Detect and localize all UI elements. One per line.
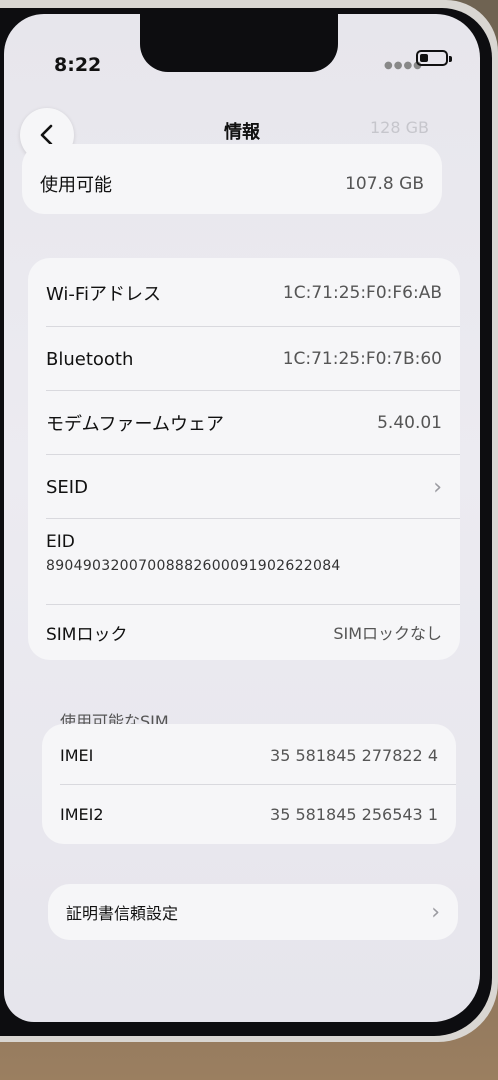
available-value: 107.8 GB [345,174,424,194]
seid-label: SEID [46,476,88,498]
imei2-value: 35 581845 256543 1 [270,804,438,824]
notch [140,14,338,72]
sim-card: IMEI 35 581845 277822 4 IMEI2 35 581845 … [42,724,456,844]
available-label: 使用可能 [40,175,112,196]
sim-lock-value: SIMロックなし [333,624,442,643]
bluetooth-label: Bluetooth [46,348,134,370]
sim-lock-label: SIMロック [46,624,128,645]
chevron-right-icon: › [431,899,440,925]
imei-row: IMEI 35 581845 277822 4 [42,726,456,784]
bluetooth-row: Bluetooth 1C:71:25:F0:7B:60 [28,328,460,390]
seid-row[interactable]: SEID › [28,456,460,518]
imei-value: 35 581845 277822 4 [270,745,438,765]
imei2-row: IMEI2 35 581845 256543 1 [42,786,456,842]
eid-label: EID [46,532,75,552]
screen: 8:22 ●●●● 情報 128 GB 使用可能 107.8 GB Wi-Fiア… [4,14,480,1022]
storage-card: 使用可能 107.8 GB [22,144,442,214]
chevron-right-icon: › [433,474,442,500]
sim-lock-row: SIMロック SIMロックなし [28,606,460,658]
imei2-label: IMEI2 [60,804,104,824]
modem-firmware-row: モデムファームウェア 5.40.01 [28,392,460,454]
bluetooth-value: 1C:71:25:F0:7B:60 [282,349,442,369]
imei-label: IMEI [60,745,94,765]
cert-trust-card[interactable]: 証明書信頼設定 › [48,884,458,940]
modem-firmware-label: モデムファームウェア [46,414,225,435]
modem-firmware-value: 5.40.01 [377,413,442,433]
eid-row: EID 89049032007008882600091902622084 [46,532,442,592]
wifi-address-row: Wi-Fiアドレス 1C:71:25:F0:F6:AB [28,262,460,324]
cert-trust-label: 証明書信頼設定 [66,904,179,923]
cert-trust-row[interactable]: 証明書信頼設定 › [48,884,458,940]
eid-value: 89049032007008882600091902622084 [46,558,341,574]
status-time: 8:22 [54,54,102,76]
capacity-value-ghost: 128 GB [370,118,429,137]
wifi-address-label: Wi-Fiアドレス [46,284,161,305]
available-row: 使用可能 107.8 GB [22,158,442,210]
wifi-address-value: 1C:71:25:F0:F6:AB [282,283,442,303]
battery-icon [416,50,452,66]
network-info-card: Wi-Fiアドレス 1C:71:25:F0:F6:AB Bluetooth 1C… [28,258,460,660]
